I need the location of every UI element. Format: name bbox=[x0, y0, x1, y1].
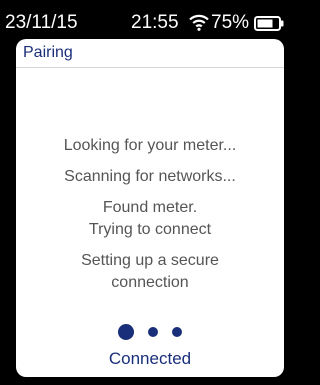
status-message-list: Looking for your meter... Scanning for n… bbox=[16, 135, 284, 303]
battery-percent: 75% bbox=[211, 12, 250, 33]
page-title: Pairing bbox=[23, 44, 73, 61]
device-frame: 23/11/15 21:55 75% Pairing Looking for y… bbox=[0, 0, 291, 385]
progress-dot bbox=[148, 327, 158, 337]
title-bar: Pairing bbox=[16, 39, 284, 68]
wifi-icon bbox=[189, 14, 209, 31]
battery-icon bbox=[254, 16, 284, 31]
status-date: 23/11/15 bbox=[5, 12, 78, 33]
status-time: 21:55 bbox=[131, 12, 179, 33]
status-bar: 23/11/15 21:55 75% bbox=[0, 0, 291, 40]
progress-indicator bbox=[16, 324, 284, 340]
connection-status: Connected bbox=[108, 349, 192, 368]
status-message-securing: Setting up a secure connection bbox=[81, 252, 219, 291]
progress-dot-active bbox=[118, 324, 134, 340]
status-message-searching: Looking for your meter... bbox=[63, 137, 237, 154]
progress-dot bbox=[172, 327, 182, 337]
status-message-scanning: Scanning for networks... bbox=[64, 168, 236, 185]
status-message-found: Found meter. Trying to connect bbox=[88, 199, 212, 238]
pairing-screen: Pairing Looking for your meter... Scanni… bbox=[16, 39, 284, 377]
